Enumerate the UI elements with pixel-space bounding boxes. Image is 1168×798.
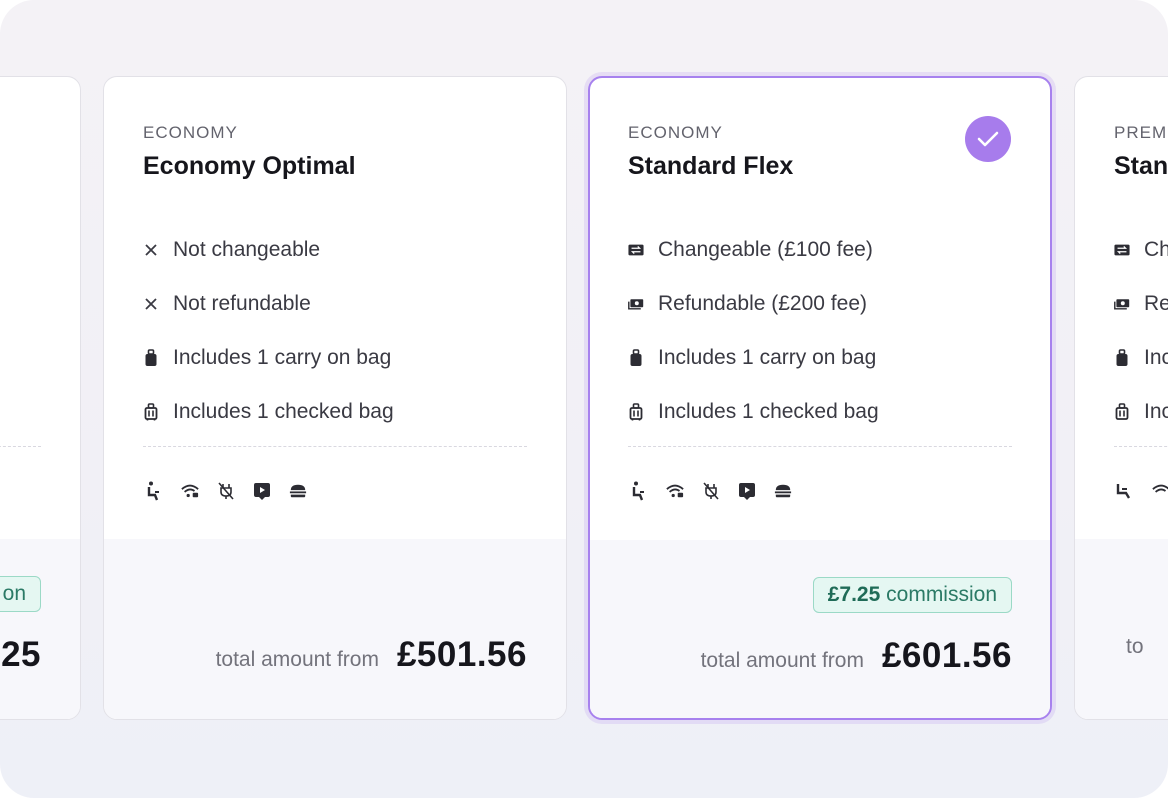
meal-icon: [289, 481, 307, 501]
divider: [0, 446, 41, 447]
commission-badge: on: [0, 576, 41, 612]
total-label: to: [1126, 635, 1144, 658]
no-power-icon: [702, 481, 720, 501]
feature-item: Includes 1 checked bag: [628, 385, 879, 439]
feature-text: Inc: [1144, 346, 1168, 369]
feature-item: Not changeable: [143, 223, 394, 277]
total-label: total amount from: [700, 649, 864, 672]
total-amount: £601.56: [881, 636, 1012, 675]
fare-card-economy-optimal[interactable]: ECONOMY Economy Optimal Not changeable N…: [103, 76, 567, 720]
recline-seat-icon: [1116, 481, 1134, 501]
feature-item: Re: [1114, 277, 1168, 331]
carry-on-bag-icon: [143, 349, 159, 367]
fare-card-footer: to: [1075, 539, 1168, 719]
fare-name: Stan: [1114, 152, 1168, 180]
feature-list: Not changeable Not refundable Includes 1…: [143, 223, 394, 439]
feature-text: Ch: [1144, 238, 1168, 261]
fare-card-body: ECONOMY Economy Optimal Not changeable N…: [104, 77, 566, 541]
fare-name: Economy Optimal: [143, 152, 356, 180]
amenity-icons: [145, 481, 307, 501]
feature-item: Ch: [1114, 223, 1168, 277]
no-power-icon: [217, 481, 235, 501]
close-icon: [143, 243, 159, 257]
money-refund-icon: [628, 297, 644, 311]
fare-card-footer: total amount from £501.56: [104, 539, 566, 719]
close-icon: [143, 297, 159, 311]
fare-card-body: ECONOMY Standard Flex Changeable (£100 f…: [590, 78, 1050, 542]
feature-item: Inc: [1114, 385, 1168, 439]
fare-carousel: on 25 ECONOMY Economy Optimal Not change…: [0, 0, 1168, 798]
ticket-change-icon: [1114, 243, 1130, 257]
divider: [1114, 446, 1168, 447]
divider: [143, 446, 527, 447]
fare-card-previous[interactable]: on 25: [0, 76, 81, 720]
feature-text: Changeable (£100 fee): [658, 238, 873, 261]
entertainment-icon: [253, 481, 271, 501]
feature-text: Includes 1 checked bag: [173, 400, 394, 423]
feature-list: Ch Re Inc Inc: [1114, 223, 1168, 439]
feature-item: Includes 1 carry on bag: [143, 331, 394, 385]
wifi-icon: [666, 481, 684, 501]
seat-icon: [145, 481, 163, 501]
total-price: to: [1126, 635, 1162, 659]
total-amount: 25: [1, 635, 41, 674]
feature-text: Not refundable: [173, 292, 311, 315]
commission-label: commission: [886, 583, 997, 606]
cabin-class: ECONOMY: [143, 123, 238, 142]
total-price: 25: [1, 635, 41, 675]
total-amount: £501.56: [396, 635, 527, 674]
fare-card-body: PREM Stan Ch Re Inc Inc: [1075, 77, 1168, 541]
wifi-icon: [181, 481, 199, 501]
commission-badge-text: on: [2, 582, 26, 605]
feature-text: Not changeable: [173, 238, 321, 261]
feature-item: Includes 1 carry on bag: [628, 331, 879, 385]
commission-badge: £7.25 commission: [812, 577, 1012, 613]
feature-list: Changeable (£100 fee) Refundable (£200 f…: [628, 223, 879, 439]
wifi-icon: [1152, 481, 1168, 501]
ticket-change-icon: [628, 243, 644, 257]
cabin-class: PREM: [1114, 123, 1168, 142]
feature-text: Inc: [1144, 400, 1168, 423]
carry-on-bag-icon: [1114, 349, 1130, 367]
feature-text: Includes 1 checked bag: [658, 400, 879, 423]
checked-bag-icon: [1114, 403, 1130, 421]
fare-card-body: [0, 77, 80, 541]
feature-item: Refundable (£200 fee): [628, 277, 879, 331]
fare-name: Standard Flex: [628, 152, 794, 180]
entertainment-icon: [738, 481, 756, 501]
seat-icon: [630, 481, 648, 501]
divider: [628, 446, 1012, 447]
carry-on-bag-icon: [628, 349, 644, 367]
meal-icon: [774, 481, 792, 501]
cabin-class: ECONOMY: [628, 123, 723, 142]
checked-bag-icon: [143, 403, 159, 421]
feature-item: Changeable (£100 fee): [628, 223, 879, 277]
feature-text: Includes 1 carry on bag: [658, 346, 877, 369]
amenity-icons: [630, 481, 792, 501]
checked-bag-icon: [628, 403, 644, 421]
fare-card-footer: £7.25 commission total amount from £601.…: [590, 540, 1050, 718]
amenity-icons: [1116, 481, 1168, 501]
total-price: total amount from £601.56: [701, 636, 1012, 676]
feature-text: Refundable (£200 fee): [658, 292, 867, 315]
fare-card-standard-flex[interactable]: ECONOMY Standard Flex Changeable (£100 f…: [588, 76, 1052, 720]
feature-text: Includes 1 carry on bag: [173, 346, 392, 369]
total-label: total amount from: [215, 648, 379, 671]
feature-item: Includes 1 checked bag: [143, 385, 394, 439]
fare-card-footer: on 25: [0, 539, 80, 719]
feature-item: Not refundable: [143, 277, 394, 331]
selected-check-icon[interactable]: [965, 116, 1011, 162]
feature-item: Inc: [1114, 331, 1168, 385]
money-refund-icon: [1114, 297, 1130, 311]
commission-amount: £7.25: [827, 583, 881, 606]
feature-text: Re: [1144, 292, 1168, 315]
fare-card-next[interactable]: PREM Stan Ch Re Inc Inc: [1074, 76, 1168, 720]
total-price: total amount from £501.56: [216, 635, 527, 675]
